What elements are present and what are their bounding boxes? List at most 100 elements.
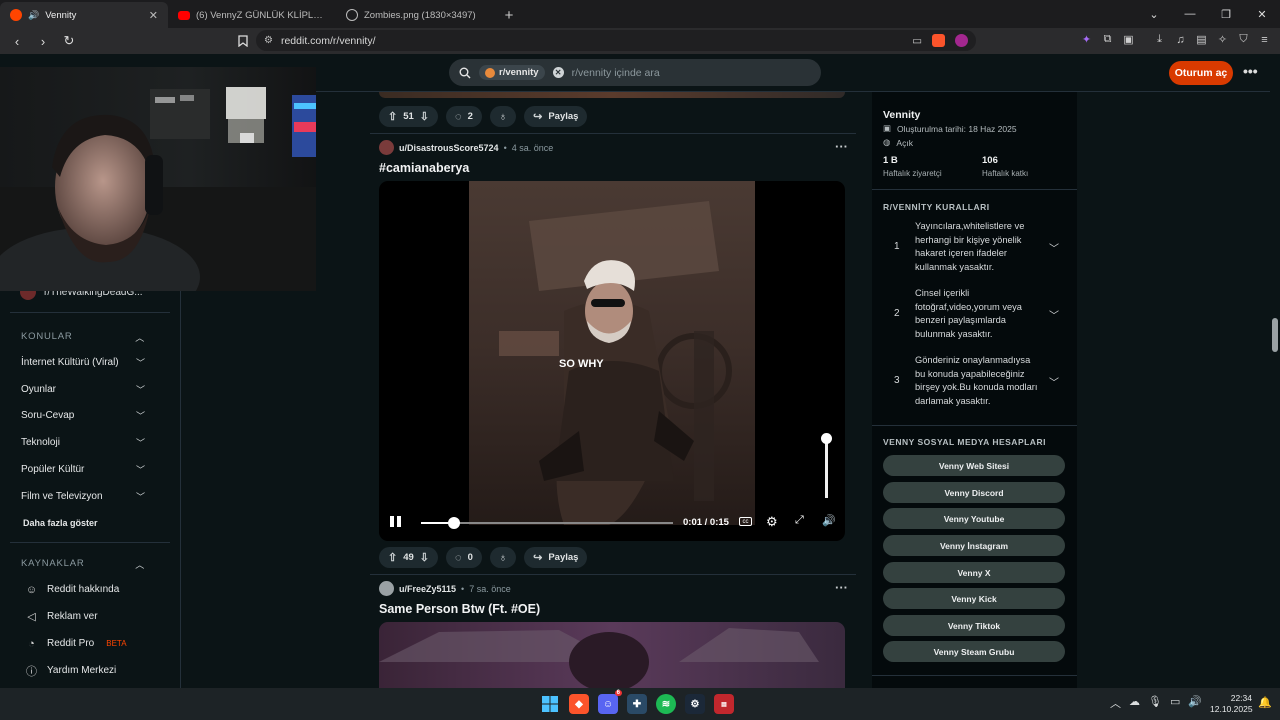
site-settings-icon[interactable]: ⚙	[264, 35, 273, 46]
topic-technology[interactable]: Teknoloji ﹀	[21, 436, 145, 449]
extensions-icon[interactable]: ⧉	[1100, 32, 1115, 47]
windows-start-icon[interactable]	[540, 694, 560, 714]
forward-button[interactable]: ›	[32, 30, 54, 52]
tab-vennity[interactable]: 🔊 Vennity ✕	[0, 2, 168, 28]
pause-button[interactable]	[390, 516, 402, 528]
clear-chip-icon[interactable]: ✕	[552, 67, 564, 78]
cast-icon[interactable]: ▭	[912, 35, 922, 47]
ai-chat-icon[interactable]: ✧	[1215, 32, 1230, 47]
close-window-button[interactable]: ✕	[1244, 0, 1280, 28]
tab-image[interactable]: Zombies.png (1830×3497)	[336, 2, 496, 28]
topic-pop-culture[interactable]: Popüler Kültür ﹀	[21, 463, 145, 476]
volume-slider-thumb[interactable]	[821, 433, 832, 444]
wallet-icon[interactable]: ▤	[1194, 32, 1209, 47]
close-tab-icon[interactable]: ✕	[149, 9, 158, 22]
new-tab-button[interactable]: +	[496, 2, 522, 28]
fullscreen-icon[interactable]: ⤢	[795, 514, 804, 527]
video-player[interactable]: SO WHY 0:01 / 0:15 cc ⚙ ⤢ 🔊	[379, 181, 845, 541]
address-bar[interactable]: ⚙ reddit.com/r/vennity/ ▭	[256, 30, 976, 51]
social-link-discord[interactable]: Venny Discord	[883, 482, 1065, 503]
resource-advertise[interactable]: ◁ Reklam ver	[25, 610, 97, 623]
post-author[interactable]: u/FreeZy5115	[399, 584, 456, 594]
tray-overflow-icon[interactable]: ︿	[1110, 695, 1121, 711]
discord-icon[interactable]: ☺ 6	[598, 690, 622, 714]
brave-rewards-icon[interactable]	[955, 34, 968, 47]
media-icon[interactable]: ♫	[1173, 32, 1188, 47]
award-button[interactable]: ♁	[489, 547, 517, 568]
seek-bar[interactable]	[421, 517, 673, 529]
topics-header[interactable]: KONULAR ︿	[21, 331, 145, 344]
speaker-icon[interactable]: 🔊	[1188, 695, 1202, 711]
network-icon[interactable]: ▭	[1170, 695, 1180, 711]
upvote-icon[interactable]: ⇧	[388, 110, 397, 123]
settings-icon[interactable]: ⚙	[766, 514, 778, 530]
search-input[interactable]: r/vennity içinde ara	[572, 67, 660, 79]
downvote-icon[interactable]: ⇩	[420, 110, 429, 123]
post-overflow-menu[interactable]: ···	[835, 580, 848, 595]
resource-about-reddit[interactable]: ☺ Reddit hakkında	[25, 583, 119, 596]
resources-header[interactable]: KAYNAKLAR ︿	[21, 558, 145, 571]
minimize-button[interactable]: —	[1172, 0, 1208, 28]
share-button[interactable]: ↪ Paylaş	[524, 106, 588, 127]
show-more-link[interactable]: Daha fazla göster	[23, 518, 98, 528]
topic-internet-culture[interactable]: İnternet Kültürü (Viral) ﹀	[21, 356, 145, 369]
download-icon[interactable]: ⤓	[1152, 32, 1167, 47]
reload-button[interactable]: ↻	[58, 30, 80, 52]
subreddit-filter-chip[interactable]: r/vennity	[479, 65, 545, 80]
post-title[interactable]: Same Person Btw (Ft. #OE)	[379, 602, 540, 616]
tab-youtube[interactable]: (6) VennyZ GÜNLÜK KLİPLER #2 - Ve	[168, 2, 336, 28]
post-overflow-menu[interactable]: ···	[835, 139, 848, 154]
cloud-icon[interactable]: ☁	[1129, 695, 1140, 711]
social-link-kick[interactable]: Venny Kick	[883, 588, 1065, 609]
downvote-icon[interactable]: ⇩	[420, 551, 429, 564]
search-bar[interactable]: r/vennity ✕ r/vennity içinde ara	[449, 59, 821, 86]
back-button[interactable]: ‹	[6, 30, 28, 52]
maximize-button[interactable]: ❐	[1208, 0, 1244, 28]
social-link-steam[interactable]: Venny Steam Grubu	[883, 641, 1065, 662]
vpn-shield-icon[interactable]: ⛉	[1236, 32, 1251, 47]
topic-games[interactable]: Oyunlar ﹀	[21, 383, 145, 396]
user-avatar[interactable]	[379, 581, 394, 596]
social-link-x[interactable]: Venny X	[883, 562, 1065, 583]
brave-browser-icon[interactable]: ◆	[569, 694, 589, 714]
page-scrollbar-track[interactable]	[1270, 54, 1280, 688]
topic-film-tv[interactable]: Film ve Televizyon ﹀	[21, 490, 145, 503]
share-button[interactable]: ↪ Paylaş	[524, 547, 588, 568]
social-link-youtube[interactable]: Venny Youtube	[883, 508, 1065, 529]
post-media-thumbnail[interactable]	[379, 622, 845, 688]
expand-icon[interactable]: ⌄	[1136, 0, 1172, 28]
comments-button[interactable]: ◌ 2	[446, 106, 482, 127]
screenshot-icon[interactable]: ▣	[1121, 32, 1136, 47]
captions-icon[interactable]: cc	[739, 517, 752, 526]
upvote-icon[interactable]: ⇧	[388, 551, 397, 564]
resource-help-center[interactable]: ⓘ Yardım Merkezi	[25, 664, 116, 678]
menu-icon[interactable]: ≡	[1257, 32, 1272, 47]
seek-thumb[interactable]	[447, 517, 460, 529]
comments-button[interactable]: ◌ 0	[446, 547, 482, 568]
volume-icon[interactable]: 🔊	[822, 514, 836, 527]
more-options-button[interactable]: •••	[1243, 63, 1258, 79]
microphone-icon[interactable]: 🎙	[1148, 695, 1162, 711]
award-button[interactable]: ♁	[489, 106, 517, 127]
spotify-icon[interactable]: ≋	[656, 694, 676, 714]
page-scrollbar-thumb[interactable]	[1272, 318, 1278, 352]
bookmark-icon[interactable]	[232, 30, 254, 52]
volume-slider-track[interactable]	[825, 436, 828, 498]
post-author[interactable]: u/DisastrousScore5724	[399, 143, 499, 153]
post-title[interactable]: #camianaberya	[379, 161, 469, 175]
notifications-icon[interactable]: 🔔	[1258, 696, 1272, 709]
social-link-website[interactable]: Venny Web Sitesi	[883, 455, 1065, 476]
steam-icon[interactable]: ⚙	[685, 694, 705, 714]
user-avatar[interactable]	[379, 140, 394, 155]
chess-app-icon[interactable]: ✚	[627, 694, 647, 714]
system-clock[interactable]: 22:34 12.10.2025	[1210, 693, 1253, 715]
streaming-app-icon[interactable]: ▤	[714, 694, 734, 714]
brave-shield-icon[interactable]	[932, 34, 945, 47]
login-button[interactable]: Oturum aç	[1169, 61, 1233, 85]
resource-reddit-pro[interactable]: ◔ Reddit Pro BETA	[25, 637, 126, 650]
social-link-tiktok[interactable]: Venny Tiktok	[883, 615, 1065, 636]
topic-qa[interactable]: Soru-Cevap ﹀	[21, 409, 145, 422]
leo-ai-icon[interactable]: ✦	[1079, 32, 1094, 47]
video-overlay-text: SO WHY	[559, 358, 604, 370]
social-link-instagram[interactable]: Venny İnstagram	[883, 535, 1065, 556]
